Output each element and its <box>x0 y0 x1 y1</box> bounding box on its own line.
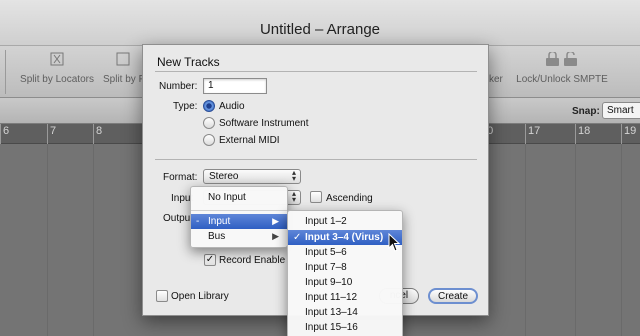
type-audio-radio[interactable] <box>203 100 215 112</box>
number-label: Number: <box>159 81 198 92</box>
submenu-item-label: Input 13–14 <box>305 307 358 318</box>
submenu-item-input-7-8[interactable]: Input 7–8 <box>288 260 402 275</box>
type-label: Type: <box>173 101 198 112</box>
type-software-instrument-label[interactable]: Software Instrument <box>219 118 308 129</box>
snap-select[interactable]: Smart <box>602 102 640 119</box>
menu-item-mark: - <box>196 216 200 227</box>
marker-button[interactable]: ker <box>489 46 507 98</box>
submenu-item-label: Input 3–4 (Virus) <box>305 232 384 243</box>
ascending-label[interactable]: Ascending <box>326 193 373 204</box>
open-library-label[interactable]: Open Library <box>171 291 229 302</box>
format-label: Format: <box>163 172 198 183</box>
ruler-tick: 8 <box>93 124 102 144</box>
ruler-tick: 19 <box>621 124 636 144</box>
type-external-midi-label[interactable]: External MIDI <box>219 135 280 146</box>
submenu-arrow-icon: ▶ <box>272 216 279 226</box>
submenu-item-input-5-6[interactable]: Input 5–6 <box>288 245 402 260</box>
number-field[interactable]: 1 <box>203 78 267 94</box>
dialog-title: New Tracks <box>157 55 220 69</box>
grid-line <box>621 144 622 336</box>
popup-arrows-icon: ▴ ▾ <box>291 168 296 183</box>
split-by-playhead-button[interactable]: Split by P <box>103 46 146 98</box>
menu-separator <box>191 210 287 211</box>
create-button[interactable]: Create <box>428 288 478 304</box>
submenu-item-input-9-10[interactable]: Input 9–10 <box>288 275 402 290</box>
menu-item-label: Input <box>208 216 231 227</box>
input-popup-menu: No Input - Input ▶ Bus ▶ <box>190 186 288 248</box>
check-icon: ✓ <box>293 232 302 243</box>
submenu-item-label: Input 11–12 <box>305 292 358 303</box>
divider <box>155 71 477 72</box>
submenu-arrow-icon: ▶ <box>272 231 279 241</box>
submenu-item-label: Input 1–2 <box>305 216 347 227</box>
record-enable-checkbox[interactable]: ✓ <box>204 254 216 266</box>
open-library-checkbox[interactable] <box>156 290 168 302</box>
submenu-item-label: Input 7–8 <box>305 262 347 273</box>
grid-line <box>575 144 576 336</box>
grid-line <box>47 144 48 336</box>
scissors-icon <box>116 52 130 66</box>
ruler-tick: 6 <box>0 124 9 144</box>
output-label: Outpu <box>163 213 191 224</box>
popup-arrows-icon: ▴ ▾ <box>291 189 296 204</box>
split-by-locators-button[interactable]: Split by Locators <box>14 46 100 98</box>
lock-unlock-smpte-label: Lock/Unlock SMPTE <box>516 74 608 85</box>
submenu-item-input-15-16[interactable]: Input 15–16 <box>288 320 402 335</box>
submenu-item-label: Input 15–16 <box>305 322 358 333</box>
snap-label: Snap: <box>572 106 600 117</box>
menu-item-label: No Input <box>208 192 246 203</box>
scissors-icon <box>50 52 64 66</box>
submenu-item-input-13-14[interactable]: Input 13–14 <box>288 305 402 320</box>
format-value: Stereo <box>209 171 239 182</box>
menu-item-input[interactable]: - Input ▶ <box>191 214 287 229</box>
grid-line <box>525 144 526 336</box>
split-by-locators-label: Split by Locators <box>20 74 94 85</box>
marker-label: ker <box>489 74 503 85</box>
input-submenu: Input 1–2 ✓ Input 3–4 (Virus) Input 5–6 … <box>287 210 403 336</box>
title-bar: Untitled – Arrange <box>0 0 640 46</box>
type-audio-label[interactable]: Audio <box>219 101 245 112</box>
mouse-cursor-icon <box>388 233 401 252</box>
type-external-midi-radio[interactable] <box>203 134 215 146</box>
submenu-item-input-1-2[interactable]: Input 1–2 <box>288 214 402 229</box>
record-enable-label[interactable]: Record Enable <box>219 255 285 266</box>
lock-icon <box>546 52 577 66</box>
submenu-item-label: Input 9–10 <box>305 277 353 288</box>
grid-line <box>93 144 94 336</box>
ruler-tick: 18 <box>575 124 590 144</box>
submenu-item-input-11-12[interactable]: Input 11–12 <box>288 290 402 305</box>
create-label: Create <box>437 291 468 302</box>
lock-unlock-smpte-button[interactable]: Lock/Unlock SMPTE <box>512 46 612 98</box>
ascending-checkbox[interactable] <box>310 191 322 203</box>
format-select[interactable]: Stereo ▴ ▾ <box>203 169 301 184</box>
toolbar-divider <box>5 50 6 94</box>
ruler-tick: 7 <box>47 124 56 144</box>
submenu-item-label: Input 5–6 <box>305 247 347 258</box>
submenu-item-input-3-4[interactable]: ✓ Input 3–4 (Virus) <box>288 230 402 245</box>
menu-item-label: Bus <box>208 231 226 242</box>
split-by-playhead-label: Split by P <box>103 74 146 85</box>
ruler-tick: 17 <box>525 124 540 144</box>
menu-item-bus[interactable]: Bus ▶ <box>191 229 287 244</box>
divider <box>155 159 477 160</box>
type-software-instrument-radio[interactable] <box>203 117 215 129</box>
window-title: Untitled – Arrange <box>259 21 381 38</box>
menu-item-no-input[interactable]: No Input <box>191 190 287 205</box>
